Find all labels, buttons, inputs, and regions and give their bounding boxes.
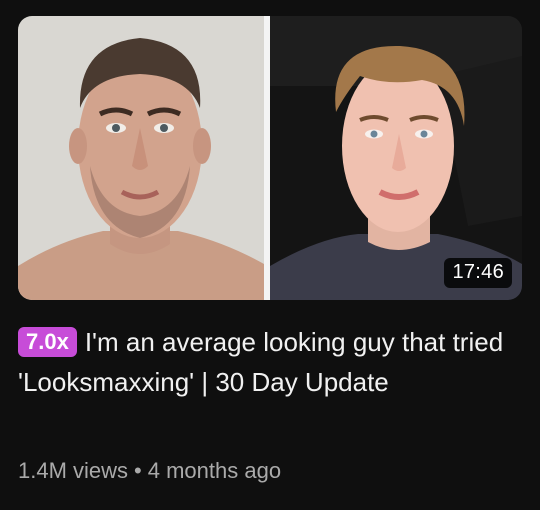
thumbnail-image <box>18 16 522 300</box>
photo-divider <box>264 16 270 300</box>
duration-badge: 17:46 <box>444 258 512 288</box>
upload-age: 4 months ago <box>147 458 282 483</box>
view-count: 1.4M views <box>18 458 129 483</box>
video-title-text[interactable]: I'm an average looking guy that tried 'L… <box>18 327 503 397</box>
video-card[interactable]: 17:46 7.0x I'm an average looking guy tha… <box>0 0 540 510</box>
video-thumbnail[interactable]: 17:46 <box>18 16 522 300</box>
meta-separator: • <box>134 458 142 483</box>
speed-badge: 7.0x <box>18 327 77 357</box>
video-metadata: 1.4M views • 4 months ago <box>18 458 281 484</box>
video-title[interactable]: 7.0x I'm an average looking guy that trie… <box>18 322 518 402</box>
